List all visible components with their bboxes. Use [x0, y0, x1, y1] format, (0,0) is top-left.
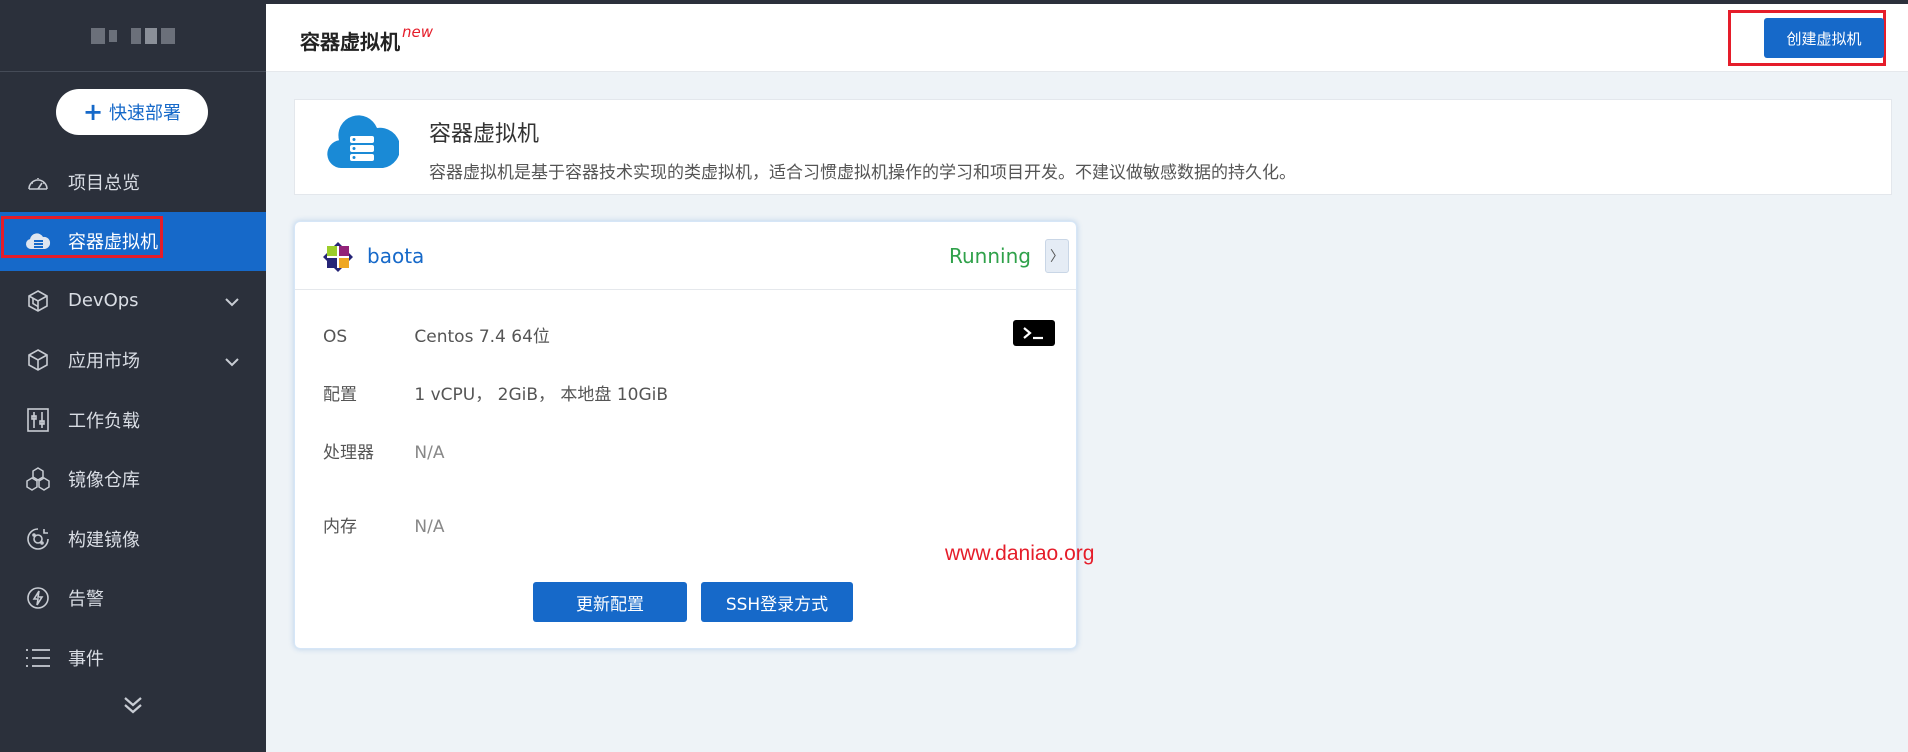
sidebar-item-label: 应用市场 [68, 351, 140, 373]
sliders-icon [24, 406, 52, 434]
centos-logo-icon [323, 242, 353, 276]
watermark-text: www.daniao.org [945, 542, 1095, 565]
intro-panel: 容器虚拟机 容器虚拟机是基于容器技术实现的类虚拟机，适合习惯虚拟机操作的学习和项… [294, 99, 1892, 195]
sidebar-item-events[interactable]: 事件 [0, 628, 266, 688]
sidebar-item-label: 事件 [68, 648, 104, 670]
intro-title: 容器虚拟机 [429, 122, 540, 147]
vm-status: Running [949, 244, 1031, 268]
sidebar-item-app-market[interactable]: 应用市场 [0, 331, 266, 391]
hexagons-icon [24, 465, 52, 493]
sidebar-item-alerts[interactable]: 告警 [0, 569, 266, 629]
page-title: 容器虚拟机 new [300, 23, 434, 55]
cloud-server-icon [325, 112, 401, 176]
build-icon [24, 525, 52, 553]
sidebar-item-label: 告警 [68, 589, 104, 611]
sidebar-item-devops[interactable]: DevOps [0, 271, 266, 331]
sidebar-item-workloads[interactable]: 工作负载 [0, 390, 266, 450]
vm-name-link[interactable]: baota [367, 244, 424, 268]
config-label: 配置 [323, 385, 357, 405]
sidebar-item-label: 项目总览 [68, 172, 140, 194]
list-icon [24, 644, 52, 672]
sidebar-item-label: DevOps [68, 290, 139, 312]
sidebar-item-build-image[interactable]: 构建镜像 [0, 509, 266, 569]
new-badge: new [402, 23, 434, 42]
os-label: OS [323, 327, 348, 347]
sidebar-item-overview[interactable]: 项目总览 [0, 152, 266, 212]
cube-icon [24, 287, 52, 315]
cpu-label: 处理器 [323, 443, 374, 463]
sidebar: + 快速部署 项目总览 容器虚拟机 DevOps 应用市场 工作负载 镜像仓库 … [0, 0, 266, 752]
os-value: Centos 7.4 64位 [414, 327, 550, 347]
top-border [0, 0, 1908, 4]
vm-card: baota Running 〉 OS Centos 7.4 64位 配置 1 v… [294, 221, 1077, 649]
page-header: 容器虚拟机 new 创建虚拟机 [266, 4, 1908, 72]
expand-arrow-button[interactable]: 〉 [1045, 239, 1069, 273]
chevron-down-icon[interactable] [224, 351, 240, 372]
plus-icon: + [82, 98, 104, 126]
chevron-down-icon[interactable] [224, 291, 240, 312]
config-value: 1 vCPU， 2GiB， 本地盘 10GiB [414, 385, 669, 405]
page-title-text: 容器虚拟机 [300, 30, 400, 54]
lightning-icon [24, 584, 52, 612]
highlight-box [1, 216, 163, 258]
memory-label: 内存 [323, 517, 357, 537]
gauge-icon [24, 168, 52, 196]
intro-description: 容器虚拟机是基于容器技术实现的类虚拟机，适合习惯虚拟机操作的学习和项目开发。不建… [429, 163, 1296, 183]
create-vm-button[interactable]: 创建虚拟机 [1764, 18, 1884, 58]
double-chevron-down-icon[interactable] [118, 690, 148, 720]
sidebar-item-image-registry[interactable]: 镜像仓库 [0, 450, 266, 510]
ssh-login-button[interactable]: SSH登录方式 [701, 582, 853, 622]
vm-card-header: baota Running 〉 [295, 222, 1076, 290]
os-row: OS Centos 7.4 64位 [323, 322, 550, 347]
memory-row: 内存 N/A [323, 512, 444, 537]
cpu-row: 处理器 N/A [323, 438, 444, 463]
sidebar-item-label: 工作负载 [68, 410, 140, 432]
quick-deploy-label: 快速部署 [109, 103, 182, 124]
quick-deploy-button[interactable]: + 快速部署 [56, 89, 208, 135]
update-config-button[interactable]: 更新配置 [533, 582, 687, 622]
brand-logo [0, 0, 266, 72]
memory-value: N/A [414, 517, 445, 537]
cpu-value: N/A [414, 443, 445, 463]
box-icon [24, 346, 52, 374]
sidebar-item-label: 镜像仓库 [68, 470, 140, 492]
config-row: 配置 1 vCPU， 2GiB， 本地盘 10GiB [323, 380, 668, 405]
terminal-icon[interactable] [1013, 320, 1055, 346]
sidebar-item-label: 构建镜像 [68, 529, 140, 551]
